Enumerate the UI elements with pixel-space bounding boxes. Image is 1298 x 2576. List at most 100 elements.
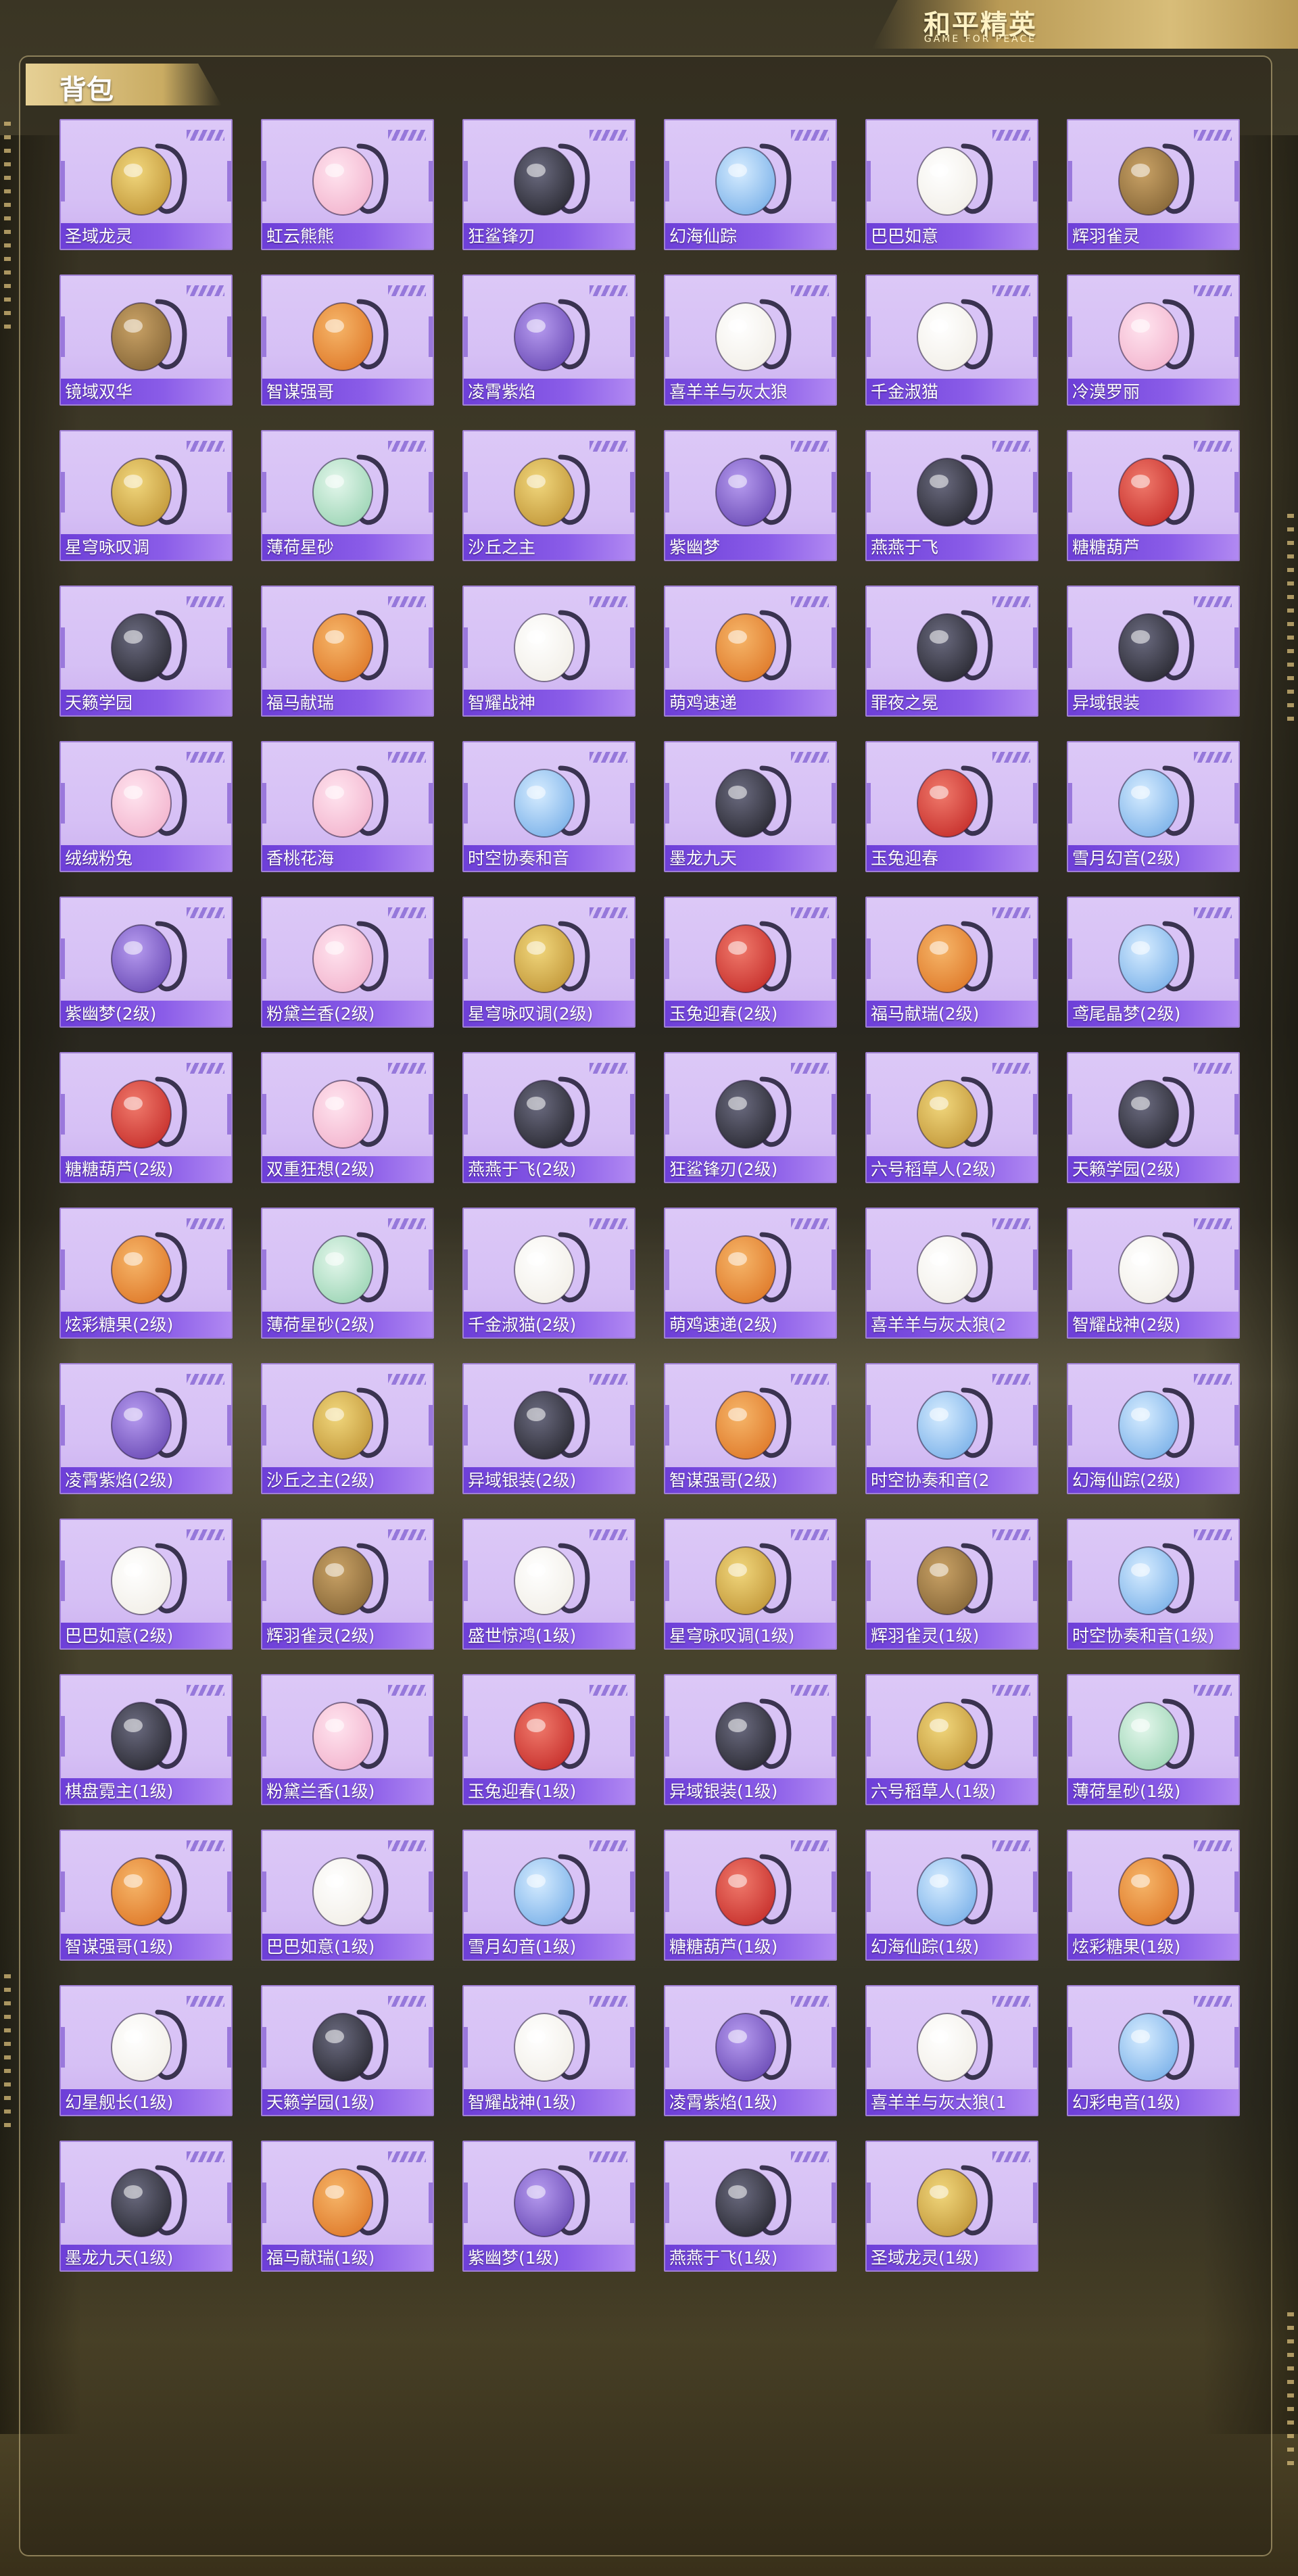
backpack-item-card[interactable]: 星穹咏叹调 bbox=[59, 430, 233, 561]
backpack-item-card[interactable]: 紫幽梦(2级) bbox=[59, 897, 233, 1028]
backpack-item-card[interactable]: 巴巴如意(2级) bbox=[59, 1519, 233, 1650]
backpack-item-card[interactable]: 虹云熊熊 bbox=[261, 119, 434, 250]
backpack-item-card[interactable]: 巴巴如意 bbox=[865, 119, 1038, 250]
backpack-item-card[interactable]: 圣域龙灵 bbox=[59, 119, 233, 250]
backpack-item-card[interactable]: 智耀战神(1级) bbox=[462, 1985, 635, 2116]
backpack-item-card[interactable]: 幻星舰长(1级) bbox=[59, 1985, 233, 2116]
backpack-item-card[interactable]: 紫幽梦(1级) bbox=[462, 2141, 635, 2272]
backpack-item-card[interactable]: 千金淑猫(2级) bbox=[462, 1208, 635, 1339]
backpack-item-card[interactable]: 异域银装 bbox=[1067, 586, 1240, 717]
backpack-item-card[interactable]: 凌霄紫焰 bbox=[462, 275, 635, 406]
backpack-item-card[interactable]: 沙丘之主(2级) bbox=[261, 1363, 434, 1494]
backpack-item-card[interactable]: 六号稻草人(1级) bbox=[865, 1674, 1038, 1805]
backpack-item-card[interactable]: 喜羊羊与灰太狼 bbox=[664, 275, 837, 406]
backpack-item-card[interactable]: 双重狂想(2级) bbox=[261, 1052, 434, 1183]
backpack-item-card[interactable]: 异域银装(2级) bbox=[462, 1363, 635, 1494]
backpack-item-card[interactable]: 玉兔迎春 bbox=[865, 741, 1038, 872]
backpack-item-card[interactable]: 六号稻草人(2级) bbox=[865, 1052, 1038, 1183]
item-name-label: 镜域双华 bbox=[65, 382, 133, 402]
backpack-item-card[interactable]: 辉羽雀灵 bbox=[1067, 119, 1240, 250]
backpack-item-card[interactable]: 鸢尾晶梦(2级) bbox=[1067, 897, 1240, 1028]
backpack-item-card[interactable]: 异域银装(1级) bbox=[664, 1674, 837, 1805]
backpack-item-card[interactable]: 燕燕于飞(2级) bbox=[462, 1052, 635, 1183]
backpack-item-card[interactable]: 幻海仙踪 bbox=[664, 119, 837, 250]
backpack-item-card[interactable]: 雪月幻音(1级) bbox=[462, 1830, 635, 1961]
backpack-item-card[interactable]: 墨龙九天 bbox=[664, 741, 837, 872]
backpack-item-card[interactable]: 盛世惊鸿(1级) bbox=[462, 1519, 635, 1650]
item-name-label: 幻星舰长(1级) bbox=[65, 2093, 174, 2112]
backpack-item-card[interactable]: 粉黛兰香(1级) bbox=[261, 1674, 434, 1805]
backpack-item-card[interactable]: 罪夜之冕 bbox=[865, 586, 1038, 717]
backpack-item-card[interactable]: 智谋强哥 bbox=[261, 275, 434, 406]
backpack-item-card[interactable]: 燕燕于飞 bbox=[865, 430, 1038, 561]
card-edge-right bbox=[429, 1094, 433, 1135]
backpack-item-card[interactable]: 幻海仙踪(2级) bbox=[1067, 1363, 1240, 1494]
backpack-item-card[interactable]: 星穹咏叹调(1级) bbox=[664, 1519, 837, 1650]
card-edge-left bbox=[464, 472, 468, 512]
backpack-item-card[interactable]: 凌霄紫焰(2级) bbox=[59, 1363, 233, 1494]
backpack-item-card[interactable]: 巴巴如意(1级) bbox=[261, 1830, 434, 1961]
backpack-item-card[interactable]: 绒绒粉兔 bbox=[59, 741, 233, 872]
backpack-item-card[interactable]: 镜域双华 bbox=[59, 275, 233, 406]
backpack-item-card[interactable]: 辉羽雀灵(1级) bbox=[865, 1519, 1038, 1650]
item-name-label: 星穹咏叹调 bbox=[65, 538, 150, 557]
backpack-item-card[interactable]: 时空协奏和音 bbox=[462, 741, 635, 872]
backpack-item-card[interactable]: 幻海仙踪(1级) bbox=[865, 1830, 1038, 1961]
mint-bag-icon bbox=[312, 454, 389, 527]
backpack-item-card[interactable]: 辉羽雀灵(2级) bbox=[261, 1519, 434, 1650]
backpack-item-card[interactable]: 沙丘之主 bbox=[462, 430, 635, 561]
backpack-item-card[interactable]: 玉兔迎春(1级) bbox=[462, 1674, 635, 1805]
backpack-item-card[interactable]: 冷漠罗丽 bbox=[1067, 275, 1240, 406]
backpack-item-card[interactable]: 智谋强哥(1级) bbox=[59, 1830, 233, 1961]
backpack-item-card[interactable]: 天籁学园(1级) bbox=[261, 1985, 434, 2116]
backpack-item-card[interactable]: 星穹咏叹调(2级) bbox=[462, 897, 635, 1028]
backpack-item-card[interactable]: 薄荷星砂(2级) bbox=[261, 1208, 434, 1339]
backpack-item-card[interactable]: 天籁学园 bbox=[59, 586, 233, 717]
backpack-item-card[interactable]: 智谋强哥(2级) bbox=[664, 1363, 837, 1494]
item-name-label: 墨龙九天(1级) bbox=[65, 2248, 174, 2268]
backpack-item-card[interactable]: 福马献瑞(2级) bbox=[865, 897, 1038, 1028]
backpack-item-card[interactable]: 天籁学园(2级) bbox=[1067, 1052, 1240, 1183]
backpack-item-card[interactable]: 雪月幻音(2级) bbox=[1067, 741, 1240, 872]
backpack-item-card[interactable]: 千金淑猫 bbox=[865, 275, 1038, 406]
backpack-item-card[interactable]: 墨龙九天(1级) bbox=[59, 2141, 233, 2272]
backpack-item-card[interactable]: 粉黛兰香(2级) bbox=[261, 897, 434, 1028]
backpack-item-card[interactable]: 智耀战神 bbox=[462, 586, 635, 717]
backpack-item-card[interactable]: 幻彩电音(1级) bbox=[1067, 1985, 1240, 2116]
backpack-item-card[interactable]: 糖糖葫芦(1级) bbox=[664, 1830, 837, 1961]
mirror-flower-icon bbox=[111, 299, 187, 371]
item-name-label: 幻海仙踪(1级) bbox=[871, 1937, 980, 1957]
backpack-item-card[interactable]: 棋盘霓主(1级) bbox=[59, 1674, 233, 1805]
backpack-item-card[interactable]: 萌鸡速递 bbox=[664, 586, 837, 717]
backpack-item-card[interactable]: 玉兔迎春(2级) bbox=[664, 897, 837, 1028]
backpack-item-card[interactable]: 萌鸡速递(2级) bbox=[664, 1208, 837, 1339]
backpack-item-card[interactable]: 凌霄紫焰(1级) bbox=[664, 1985, 837, 2116]
card-edge-right bbox=[1033, 161, 1037, 201]
item-name-label: 星穹咏叹调(1级) bbox=[669, 1626, 795, 1646]
backpack-item-card[interactable]: 糖糖葫芦 bbox=[1067, 430, 1240, 561]
backpack-item-card[interactable]: 香桃花海 bbox=[261, 741, 434, 872]
card-edge-left bbox=[262, 1405, 266, 1446]
item-name-label: 炫彩糖果(1级) bbox=[1072, 1937, 1181, 1957]
backpack-item-card[interactable]: 燕燕于飞(1级) bbox=[664, 2141, 837, 2272]
backpack-item-card[interactable]: 狂鲨锋刃 bbox=[462, 119, 635, 250]
backpack-item-card[interactable]: 时空协奏和音(1级) bbox=[1067, 1519, 1240, 1650]
backpack-item-card[interactable]: 糖糖葫芦(2级) bbox=[59, 1052, 233, 1183]
backpack-item-card[interactable]: 炫彩糖果(1级) bbox=[1067, 1830, 1240, 1961]
backpack-item-card[interactable]: 智耀战神(2级) bbox=[1067, 1208, 1240, 1339]
backpack-item-card[interactable]: 圣域龙灵(1级) bbox=[865, 2141, 1038, 2272]
backpack-item-card[interactable]: 薄荷星砂 bbox=[261, 430, 434, 561]
gold-harp-icon bbox=[715, 1543, 792, 1615]
backpack-item-card[interactable]: 喜羊羊与灰太狼(2 bbox=[865, 1208, 1038, 1339]
backpack-item-card[interactable]: 福马献瑞 bbox=[261, 586, 434, 717]
backpack-item-card[interactable]: 紫幽梦 bbox=[664, 430, 837, 561]
backpack-item-card[interactable]: 喜羊羊与灰太狼(1 bbox=[865, 1985, 1038, 2116]
backpack-item-card[interactable]: 炫彩糖果(2级) bbox=[59, 1208, 233, 1339]
card-edge-right bbox=[832, 627, 836, 668]
backpack-item-card[interactable]: 时空协奏和音(2 bbox=[865, 1363, 1038, 1494]
item-name-label: 玉兔迎春 bbox=[871, 849, 939, 868]
card-edge-left bbox=[262, 316, 266, 357]
backpack-item-card[interactable]: 狂鲨锋刃(2级) bbox=[664, 1052, 837, 1183]
backpack-item-card[interactable]: 薄荷星砂(1级) bbox=[1067, 1674, 1240, 1805]
backpack-item-card[interactable]: 福马献瑞(1级) bbox=[261, 2141, 434, 2272]
